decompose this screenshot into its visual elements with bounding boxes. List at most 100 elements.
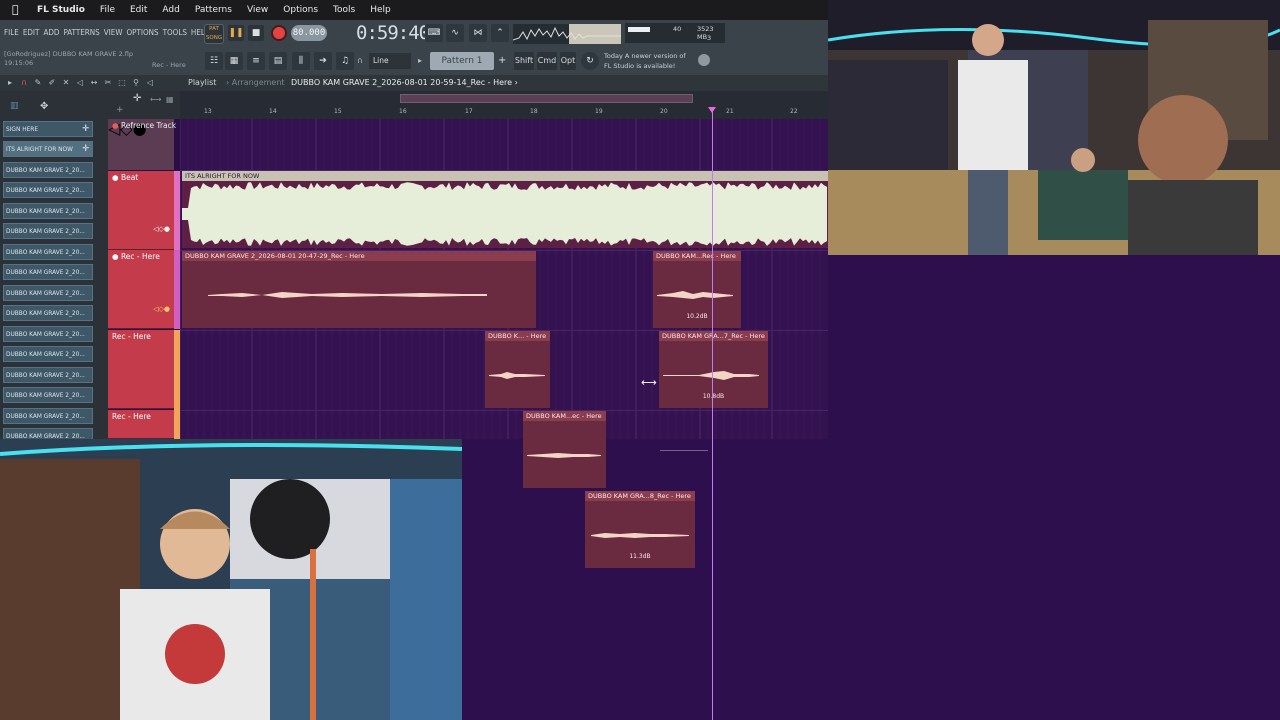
playlist-arrow-icon[interactable]: ▸ bbox=[5, 77, 15, 88]
picker-item[interactable]: DUBBO KAM GRAVE 2_20... bbox=[3, 305, 93, 321]
track-led-icon[interactable]: ● bbox=[112, 121, 119, 130]
picker-view-icon[interactable]: ▥ bbox=[10, 101, 19, 111]
typing-keyboard-icon[interactable]: ⌨ bbox=[425, 24, 443, 42]
picker-item[interactable]: ITS ALRIGHT FOR NOW ✛ bbox=[3, 141, 93, 157]
zoom-tool-icon[interactable]: ⚲ bbox=[131, 77, 141, 88]
news-panel[interactable]: Today A newer version of FL Studio is av… bbox=[604, 51, 696, 71]
mute-tool-icon[interactable]: ◁ bbox=[75, 77, 85, 88]
slip-tool-icon[interactable]: ↔ bbox=[89, 77, 99, 88]
menu-help[interactable]: Help bbox=[370, 5, 391, 15]
track-header-beat[interactable]: ● Beat ◁◇● bbox=[108, 171, 174, 250]
picker-item[interactable]: DUBBO KAM GRAVE 2_20... bbox=[3, 408, 93, 424]
metronome-icon[interactable]: ⌃ bbox=[491, 24, 509, 42]
picker-item[interactable]: DUBBO KAM GRAVE 2_20... bbox=[3, 346, 93, 362]
plugin-picker-icon[interactable]: ⫼ bbox=[292, 52, 310, 70]
track-controls[interactable]: ◁◇● bbox=[153, 305, 170, 313]
audio-clip-rec-a[interactable]: DUBBO KAM...Rec - Here 10.2dB bbox=[653, 251, 741, 328]
picker-item[interactable]: DUBBO KAM GRAVE 2_20... bbox=[3, 203, 93, 219]
channel-rack-icon[interactable]: ▦ bbox=[225, 52, 243, 70]
menu-tools[interactable]: Tools bbox=[333, 5, 355, 15]
fl-menu-file[interactable]: FILE bbox=[4, 28, 19, 37]
lane-reference[interactable] bbox=[180, 119, 828, 171]
audio-clip-rec-d[interactable]: DUBBO KAM...ec - Here bbox=[523, 411, 606, 488]
step-edit-icon[interactable]: ∿ bbox=[446, 24, 464, 42]
blend-icon[interactable]: ⋈ bbox=[469, 24, 487, 42]
app-menu-name[interactable]: FL Studio bbox=[37, 5, 85, 15]
add-icon[interactable]: ✛ bbox=[82, 122, 89, 136]
menu-edit[interactable]: Edit bbox=[130, 5, 147, 15]
track-header-rec-3[interactable]: Rec - Here bbox=[108, 410, 174, 439]
menu-view[interactable]: View bbox=[247, 5, 268, 15]
cmd-key-button[interactable]: Cmd bbox=[537, 52, 557, 70]
playhead[interactable] bbox=[712, 108, 713, 720]
mic-icon[interactable]: ♫ bbox=[336, 52, 354, 70]
picker-item[interactable]: DUBBO KAM GRAVE 2_20... bbox=[3, 223, 93, 239]
fl-menu-add[interactable]: ADD bbox=[43, 28, 59, 37]
menu-options[interactable]: Options bbox=[283, 5, 318, 15]
time-display[interactable]: 0:59:40 bbox=[356, 22, 430, 44]
menu-file[interactable]: File bbox=[100, 5, 115, 15]
playback-tool-icon[interactable]: ◁ bbox=[145, 77, 155, 88]
picker-item[interactable]: DUBBO KAM GRAVE 2_20... bbox=[3, 428, 93, 439]
picker-item[interactable]: DUBBO KAM GRAVE 2_20... bbox=[3, 244, 93, 260]
shift-key-button[interactable]: Shift bbox=[514, 52, 534, 70]
picker-item[interactable]: DUBBO KAM GRAVE 2_20... bbox=[3, 264, 93, 280]
magnet-snap-icon[interactable]: ∩ bbox=[19, 77, 29, 88]
apple-icon[interactable]:  bbox=[12, 4, 22, 16]
track-mode-icon[interactable]: ▦ bbox=[166, 95, 174, 104]
fl-menu-patterns[interactable]: PATTERNS bbox=[63, 28, 99, 37]
song-pat-toggle[interactable]: PAT SONG bbox=[204, 24, 224, 44]
add-track-icon[interactable]: + bbox=[116, 105, 124, 115]
picker-item[interactable]: DUBBO KAM GRAVE 2_20... bbox=[3, 326, 93, 342]
magnet-icon[interactable]: ∩ bbox=[357, 56, 363, 65]
browser-icon[interactable]: ▤ bbox=[269, 52, 287, 70]
paint-tool-icon[interactable]: ✐ bbox=[47, 77, 57, 88]
snap-select[interactable]: Line bbox=[369, 53, 411, 69]
fl-menu-view[interactable]: VIEW bbox=[104, 28, 123, 37]
menu-add[interactable]: Add bbox=[162, 5, 179, 15]
picker-scroll-icon[interactable]: ✥ bbox=[40, 101, 48, 112]
arrow-right-icon[interactable]: ➔ bbox=[314, 52, 332, 70]
stop-icon[interactable]: ■ bbox=[248, 25, 264, 41]
picker-item[interactable]: DUBBO KAM GRAVE 2_20... bbox=[3, 387, 93, 403]
draw-tool-icon[interactable]: ✎ bbox=[33, 77, 43, 88]
select-tool-icon[interactable]: ⬚ bbox=[117, 77, 127, 88]
add-pattern-icon[interactable]: + bbox=[498, 55, 506, 66]
picker-item[interactable]: DUBBO KAM GRAVE 2_20... bbox=[3, 162, 93, 178]
picker-item[interactable]: DUBBO KAM GRAVE 2_20... bbox=[3, 367, 93, 383]
track-header-rec-1[interactable]: ● Rec - Here ◁◇● bbox=[108, 250, 174, 329]
add-icon[interactable]: ✛ bbox=[82, 142, 89, 156]
timeline-ruler[interactable]: 13 14 15 16 17 18 19 20 21 22 bbox=[180, 91, 828, 119]
track-header-reference[interactable]: ● Refrence Track ◁◇● bbox=[108, 119, 176, 170]
fl-menu-edit[interactable]: EDIT bbox=[23, 28, 40, 37]
track-led-icon[interactable]: ● bbox=[112, 252, 119, 261]
audio-clip-rec-e[interactable]: DUBBO KAM GRA...8_Rec - Here 11.3dB bbox=[585, 491, 695, 568]
pattern-selector[interactable]: Pattern 1 bbox=[430, 52, 494, 70]
zoom-icon[interactable]: ✛ bbox=[133, 93, 141, 104]
fl-menu-options[interactable]: OPTIONS bbox=[126, 28, 158, 37]
piano-roll-icon[interactable]: ☷ bbox=[205, 52, 223, 70]
picker-item[interactable]: DUBBO KAM GRAVE 2_20... bbox=[3, 285, 93, 301]
opt-key-button[interactable]: Opt bbox=[560, 52, 576, 70]
menu-patterns[interactable]: Patterns bbox=[195, 5, 232, 15]
refresh-icon[interactable]: ↻ bbox=[581, 52, 599, 70]
track-header-rec-2[interactable]: Rec - Here bbox=[108, 330, 174, 409]
picker-item[interactable]: DUBBO KAM GRAVE 2_20... bbox=[3, 182, 93, 198]
track-controls[interactable]: ◁◇● bbox=[153, 225, 170, 233]
audio-clip-rec-c[interactable]: DUBBO KAM GRA...7_Rec - Here 10.8dB bbox=[659, 331, 768, 408]
update-icon[interactable] bbox=[698, 54, 710, 66]
tempo-display[interactable]: 80.000 bbox=[291, 25, 327, 41]
pattern-prev-icon[interactable]: ▸ bbox=[418, 56, 422, 65]
delete-tool-icon[interactable]: ✕ bbox=[61, 77, 71, 88]
picker-item[interactable]: SIGN HERE ✛ bbox=[3, 121, 93, 137]
audio-clip-beat[interactable]: ITS ALRIGHT FOR NOW bbox=[182, 171, 828, 248]
link-icon[interactable]: ⟷ bbox=[150, 95, 161, 104]
audio-clip-rec-main[interactable]: DUBBO KAM GRAVE 2_2026-08-01 20-47-29_Re… bbox=[182, 251, 536, 328]
fl-menu-tools[interactable]: TOOLS bbox=[163, 28, 187, 37]
play-icon[interactable]: ❚❚ bbox=[228, 25, 244, 41]
scroll-overview[interactable] bbox=[400, 94, 693, 103]
audio-clip-rec-b[interactable]: DUBBO K... - Here bbox=[485, 331, 550, 408]
slice-tool-icon[interactable]: ✂ bbox=[103, 77, 113, 88]
record-button[interactable] bbox=[271, 25, 287, 41]
mixer-icon[interactable]: ≡ bbox=[247, 52, 265, 70]
